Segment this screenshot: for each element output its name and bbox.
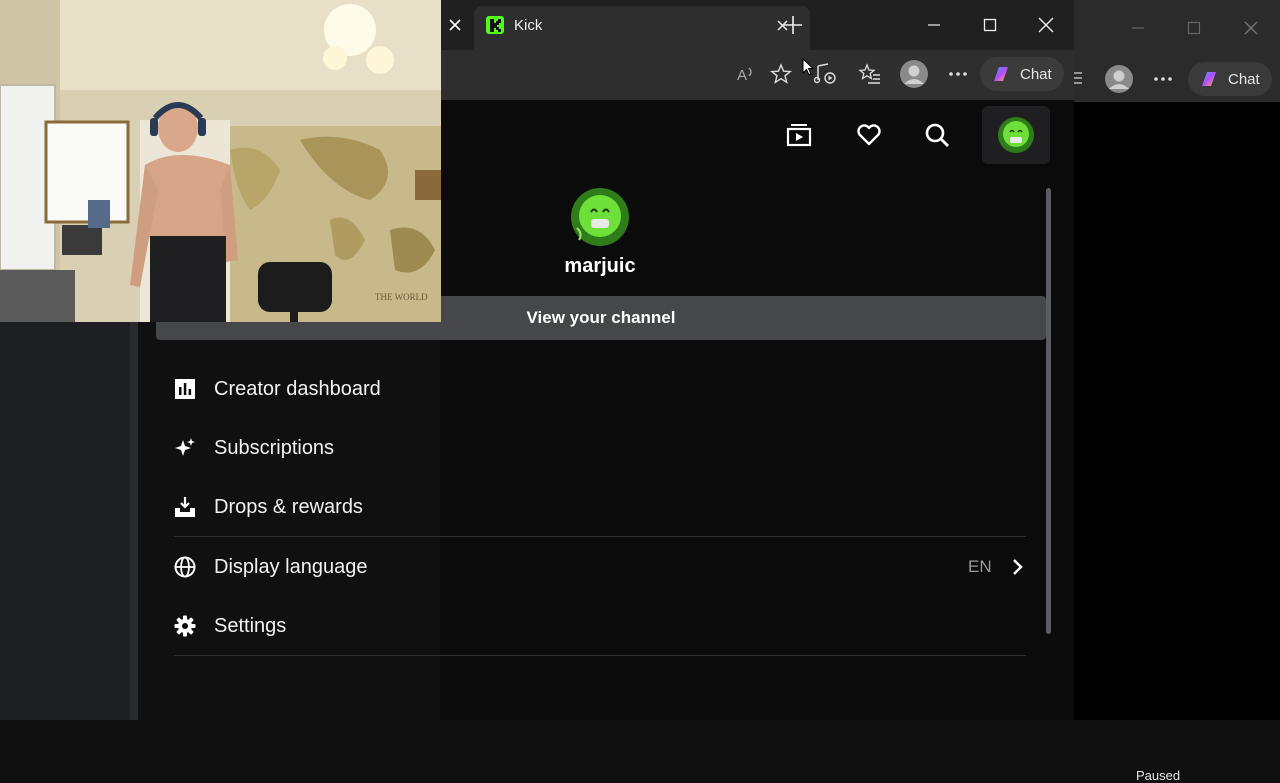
browser-toolbar: A Chat bbox=[440, 50, 1074, 100]
profile-avatar-icon[interactable] bbox=[1104, 64, 1134, 94]
menu-item-creator-dashboard[interactable]: Creator dashboard bbox=[174, 369, 381, 409]
kick-favicon-icon bbox=[486, 16, 504, 34]
media-control-icon[interactable] bbox=[813, 62, 838, 86]
more-options-icon[interactable] bbox=[947, 63, 969, 85]
user-avatar-icon bbox=[571, 188, 629, 246]
list-icon bbox=[1074, 70, 1084, 86]
profile-avatar bbox=[571, 188, 629, 246]
webcam-image: THE WORLD bbox=[0, 0, 441, 322]
copilot-icon bbox=[1202, 72, 1216, 86]
background-video-area: Paused bbox=[1074, 102, 1280, 783]
read-aloud-icon[interactable]: A bbox=[736, 64, 756, 84]
menu-item-display-language[interactable]: Display language EN bbox=[174, 547, 1026, 587]
chat-label: Chat bbox=[1020, 65, 1052, 83]
copilot-chat-button[interactable]: Chat bbox=[980, 57, 1064, 91]
close-previous-tab-button[interactable] bbox=[446, 16, 464, 34]
close-icon bbox=[1244, 21, 1258, 35]
chart-bars-icon bbox=[174, 378, 196, 400]
chevron-right-icon bbox=[1010, 557, 1024, 577]
copilot-icon bbox=[994, 67, 1008, 81]
menu-item-subscriptions[interactable]: Subscriptions bbox=[174, 428, 334, 468]
menu-item-settings[interactable]: Settings bbox=[174, 606, 286, 646]
profile-avatar-icon[interactable] bbox=[899, 59, 929, 89]
menu-item-label: Display language bbox=[214, 555, 368, 578]
more-options-icon[interactable] bbox=[1152, 68, 1174, 90]
close-button[interactable] bbox=[1237, 14, 1265, 42]
new-tab-button[interactable] bbox=[782, 14, 804, 36]
language-value: EN bbox=[968, 557, 992, 576]
background-titlebar bbox=[1074, 0, 1280, 56]
maximize-button[interactable] bbox=[1180, 14, 1208, 42]
background-browser-window: Chat Paused bbox=[1074, 0, 1280, 783]
minimize-icon bbox=[928, 24, 940, 26]
globe-icon bbox=[174, 556, 196, 578]
paused-status: Paused bbox=[1136, 768, 1181, 783]
close-icon bbox=[449, 19, 461, 31]
menu-item-label: Subscriptions bbox=[214, 436, 335, 459]
poster-text: THE WORLD bbox=[375, 292, 428, 302]
view-channel-label: View your channel bbox=[526, 308, 676, 327]
menu-item-label: Drops & rewards bbox=[214, 495, 363, 518]
background-toolbar: Chat bbox=[1074, 56, 1280, 102]
minimize-button[interactable] bbox=[1124, 14, 1152, 42]
close-icon bbox=[1038, 17, 1054, 33]
menu-divider bbox=[174, 655, 1026, 656]
favorites-list-icon[interactable] bbox=[858, 62, 882, 86]
maximize-icon bbox=[1187, 21, 1201, 35]
maximize-button[interactable] bbox=[976, 11, 1004, 39]
svg-text:A: A bbox=[737, 67, 747, 84]
drop-tray-icon bbox=[174, 496, 196, 518]
menu-divider bbox=[174, 536, 1026, 537]
left-background-panel bbox=[0, 322, 130, 720]
webcam-overlay: THE WORLD bbox=[0, 0, 441, 322]
plus-icon bbox=[784, 16, 802, 34]
tab-title: Kick bbox=[514, 17, 543, 34]
menu-item-label: Creator dashboard bbox=[214, 377, 381, 400]
close-window-button[interactable] bbox=[1032, 11, 1060, 39]
username: marjuic bbox=[564, 255, 636, 277]
chat-label: Chat bbox=[1228, 70, 1260, 88]
copilot-chat-button[interactable]: Chat bbox=[1188, 62, 1272, 96]
tab-kick[interactable]: Kick bbox=[474, 6, 810, 52]
menu-item-drops-rewards[interactable]: Drops & rewards bbox=[174, 487, 363, 527]
menu-item-label: Settings bbox=[214, 614, 287, 637]
sparkle-icon bbox=[174, 437, 196, 459]
gear-icon bbox=[174, 615, 196, 637]
favorite-star-icon[interactable] bbox=[769, 63, 793, 85]
tab-bar: Kick bbox=[440, 0, 1074, 52]
maximize-icon bbox=[983, 18, 997, 32]
minimize-button[interactable] bbox=[920, 11, 948, 39]
minimize-icon bbox=[1132, 27, 1144, 29]
